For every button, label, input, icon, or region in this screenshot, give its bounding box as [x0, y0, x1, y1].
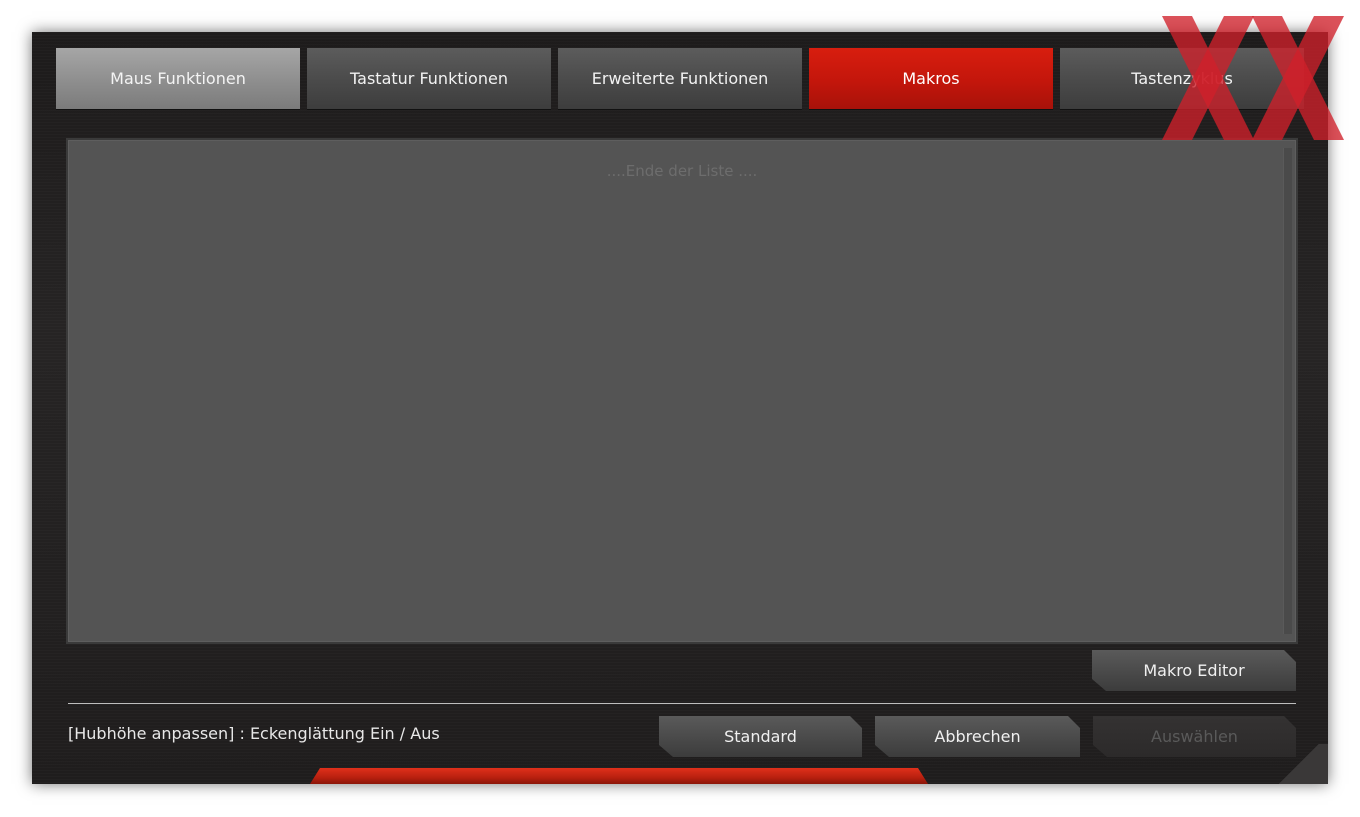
divider: [68, 703, 1296, 704]
dialog-window: Maus Funktionen Tastatur Funktionen Erwe…: [32, 32, 1328, 784]
resize-grip[interactable]: [1270, 744, 1328, 784]
hint-text: [Hubhöhe anpassen] : Eckenglättung Ein /…: [68, 724, 440, 743]
tab-key-cycle[interactable]: Tastenzyklus: [1060, 48, 1304, 110]
select-button[interactable]: Auswählen: [1093, 716, 1296, 757]
default-button[interactable]: Standard: [659, 716, 862, 757]
macro-editor-button[interactable]: Makro Editor: [1092, 650, 1296, 691]
list-end-text: ....Ende der Liste ....: [606, 162, 758, 180]
tab-keyboard-functions[interactable]: Tastatur Funktionen: [307, 48, 551, 110]
tab-mouse-functions[interactable]: Maus Funktionen: [56, 48, 300, 110]
list-scrollbar[interactable]: [1283, 148, 1292, 634]
tab-macros[interactable]: Makros: [809, 48, 1053, 110]
cancel-button[interactable]: Abbrechen: [875, 716, 1080, 757]
bottom-accent-bar: [310, 768, 928, 784]
macro-list[interactable]: ....Ende der Liste ....: [66, 138, 1298, 644]
tab-advanced-functions[interactable]: Erweiterte Funktionen: [558, 48, 802, 110]
